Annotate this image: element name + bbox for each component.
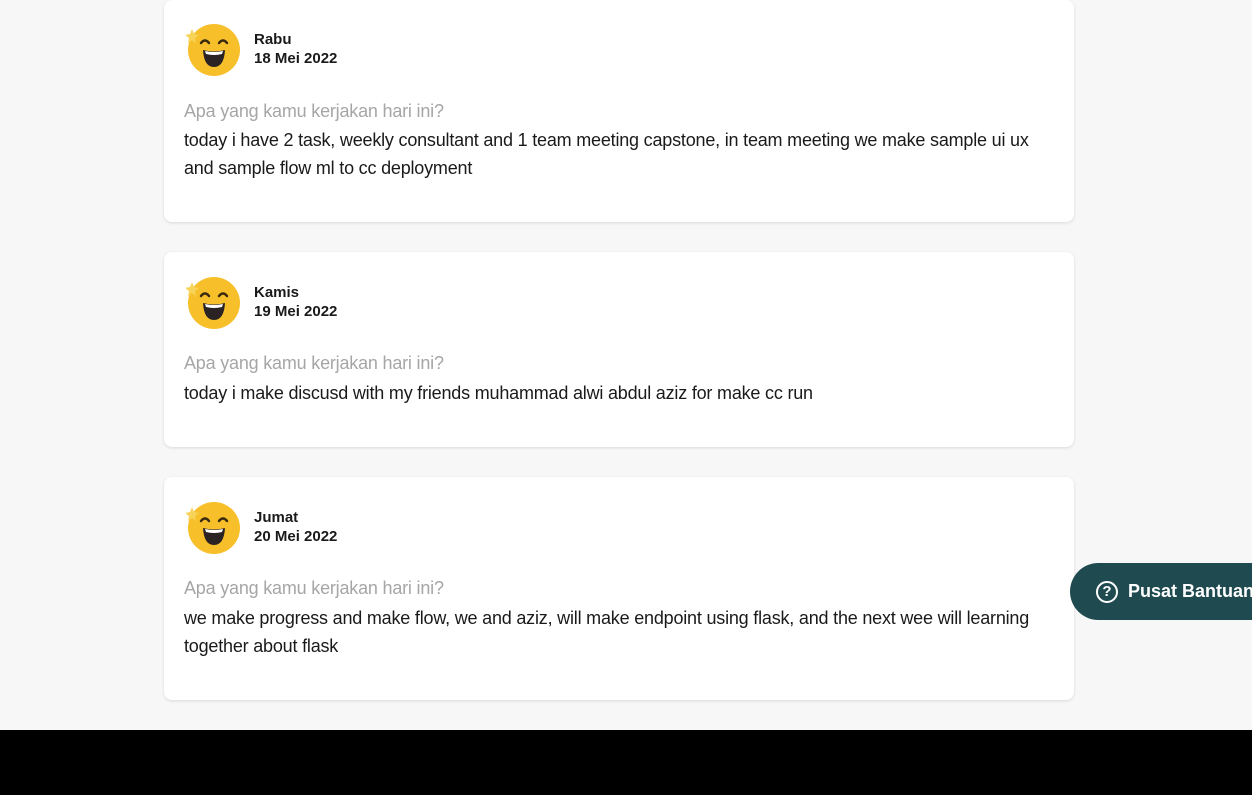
- journal-card: Jumat 20 Mei 2022 Apa yang kamu kerjakan…: [164, 477, 1074, 700]
- answer-text: today i make discusd with my friends muh…: [184, 383, 813, 403]
- happy-emoji-icon: [186, 24, 240, 76]
- question-label: Apa yang kamu kerjakan hari ini?: [184, 101, 444, 121]
- question-label: Apa yang kamu kerjakan hari ini?: [184, 578, 444, 598]
- question-label: Apa yang kamu kerjakan hari ini?: [184, 353, 444, 373]
- journal-card: Rabu 18 Mei 2022 Apa yang kamu kerjakan …: [164, 0, 1074, 222]
- help-center-button[interactable]: ? Pusat Bantuan: [1070, 563, 1252, 620]
- card-header: Rabu 18 Mei 2022: [186, 21, 337, 77]
- happy-emoji-icon: [186, 502, 240, 554]
- answer-text: today i have 2 task, weekly consultant a…: [184, 130, 1029, 178]
- answer-text: we make progress and make flow, we and a…: [184, 608, 1030, 656]
- help-center-label: Pusat Bantuan: [1128, 581, 1252, 601]
- date-label: 18 Mei 2022: [254, 50, 338, 67]
- day-label: Jumat: [254, 509, 299, 526]
- date-block: Jumat 20 Mei 2022: [254, 508, 337, 546]
- day-label: Kamis: [254, 284, 300, 301]
- question-circle-icon: ?: [1096, 580, 1118, 603]
- card-header: Jumat 20 Mei 2022: [186, 499, 337, 555]
- day-label: Rabu: [254, 31, 292, 48]
- bottom-bar: [0, 730, 1252, 795]
- date-label: 19 Mei 2022: [254, 303, 338, 320]
- date-block: Rabu 18 Mei 2022: [254, 30, 337, 68]
- date-label: 20 Mei 2022: [254, 528, 338, 545]
- journal-card: Kamis 19 Mei 2022 Apa yang kamu kerjakan…: [164, 252, 1074, 447]
- card-header: Kamis 19 Mei 2022: [186, 274, 337, 330]
- date-block: Kamis 19 Mei 2022: [254, 283, 337, 321]
- happy-emoji-icon: [186, 277, 240, 329]
